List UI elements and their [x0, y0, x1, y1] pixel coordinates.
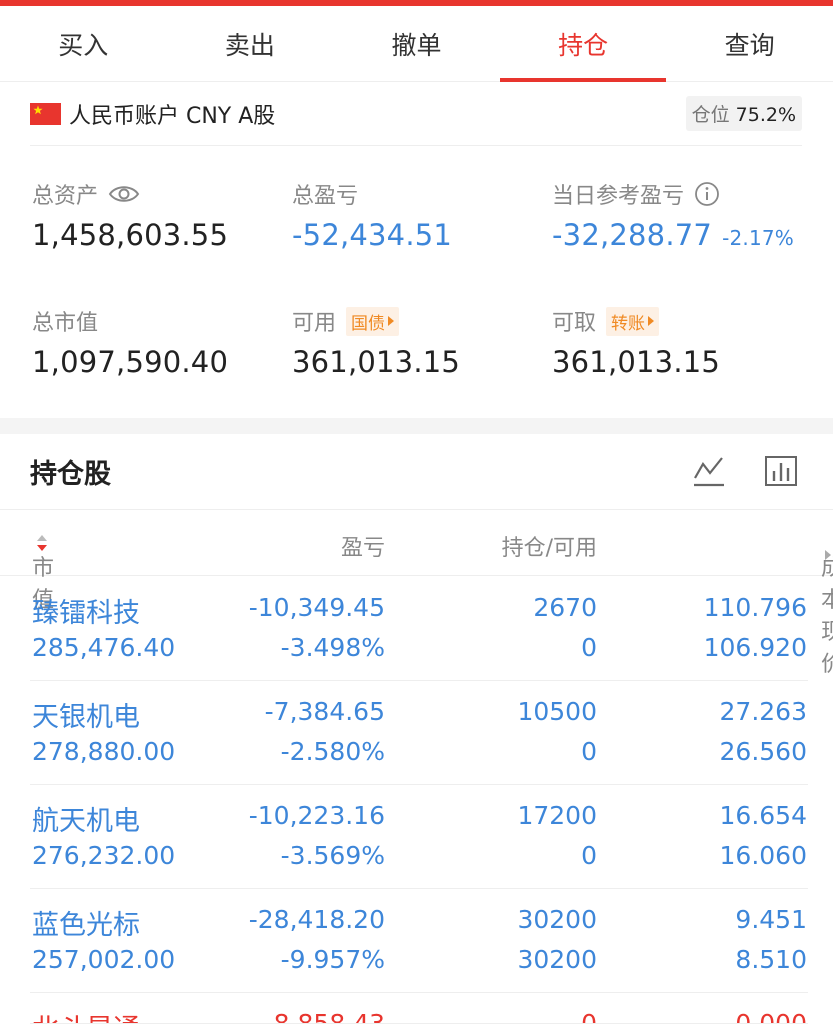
- market-value-cell: 总市值 1,097,590.40: [32, 305, 228, 379]
- stock-name: 蓝色光标: [32, 910, 140, 941]
- stock-available: 30200: [517, 945, 597, 974]
- stock-holding: 17200: [517, 801, 597, 830]
- stock-price: 16.060: [719, 841, 807, 870]
- trade-tabs: 买入 卖出 撤单 持仓 查询: [0, 6, 833, 82]
- holding-row[interactable]: 蓝色光标 257,002.00 -28,418.20 -9.957% 30200…: [0, 889, 833, 993]
- bar-chart-icon[interactable]: [764, 454, 798, 488]
- total-pnl-value: -52,434.51: [292, 218, 453, 252]
- info-icon[interactable]: [694, 181, 720, 207]
- holdings-column-header: 市值 盈亏 持仓/可用 成本/现价: [0, 510, 833, 677]
- stock-holding: 2670: [533, 593, 597, 622]
- daily-pnl-cell: 当日参考盈亏 -32,288.77 -2.17%: [552, 178, 794, 252]
- stock-price: 26.560: [719, 737, 807, 766]
- position-ratio-badge: 仓位 75.2%: [685, 96, 802, 131]
- stock-pnl-percent: -9.957%: [280, 945, 385, 974]
- stock-market-value: 257,002.00: [32, 945, 176, 974]
- section-divider: [0, 418, 833, 434]
- stock-price: 106.920: [703, 633, 807, 662]
- stock-pnl: -28,418.20: [248, 905, 385, 934]
- stock-pnl: -10,349.45: [248, 593, 385, 622]
- stock-pnl: -7,384.65: [264, 697, 385, 726]
- total-assets-cell: 总资产 1,458,603.55: [32, 178, 228, 252]
- stock-name: 北斗星通: [32, 1007, 140, 1024]
- stock-cost: 110.796: [703, 593, 807, 622]
- stock-cost: 9.451: [735, 905, 807, 934]
- stock-market-value: 285,476.40: [32, 633, 176, 662]
- stock-cost: 0.000: [735, 1009, 807, 1024]
- market-value-label: 总市值: [32, 311, 99, 336]
- stock-cost: 16.654: [719, 801, 807, 830]
- total-assets-value: 1,458,603.55: [32, 218, 229, 252]
- account-name: 人民币账户 CNY A股: [69, 103, 276, 129]
- line-chart-icon[interactable]: [692, 454, 726, 488]
- stock-available: 0: [581, 633, 597, 662]
- stock-available: 0: [581, 737, 597, 766]
- holding-row[interactable]: 航天机电 276,232.00 -10,223.16 -3.569% 17200…: [0, 785, 833, 889]
- daily-pnl-value: -32,288.77 -2.17%: [552, 218, 795, 252]
- stock-market-value: 276,232.00: [32, 841, 176, 870]
- available-label: 可用: [292, 311, 337, 336]
- tab-query[interactable]: 查询: [666, 6, 833, 81]
- triangle-right-icon: [388, 316, 395, 326]
- total-assets-label: 总资产: [32, 184, 99, 209]
- asset-summary: 总资产 1,458,603.55 总盈亏 -52,434.51 当日参考盈亏 -…: [0, 146, 833, 418]
- stock-market-value: 278,880.00: [32, 737, 176, 766]
- stock-holding: 0: [581, 1009, 597, 1024]
- stock-pnl-percent: -3.569%: [280, 841, 385, 870]
- withdrawable-value: 361,013.15: [552, 345, 721, 379]
- daily-pnl-percent: -2.17%: [722, 226, 795, 250]
- tab-cancel[interactable]: 撤单: [333, 6, 500, 81]
- market-value-value: 1,097,590.40: [32, 345, 229, 379]
- transfer-button[interactable]: 转账: [606, 306, 660, 336]
- holding-row[interactable]: 天银机电 278,880.00 -7,384.65 -2.580% 10500 …: [0, 681, 833, 785]
- stock-holding: 10500: [517, 697, 597, 726]
- eye-icon[interactable]: [108, 183, 140, 205]
- col-holding-available[interactable]: 持仓/可用: [502, 530, 597, 562]
- stock-name: 航天机电: [32, 806, 140, 837]
- available-cell: 可用 国债 361,013.15: [292, 305, 460, 379]
- treasury-bond-button[interactable]: 国债: [346, 306, 400, 336]
- col-market-value[interactable]: 市值: [32, 530, 54, 613]
- daily-pnl-label: 当日参考盈亏: [552, 184, 685, 209]
- position-ratio-value: 75.2%: [735, 104, 796, 126]
- stock-price: 8.510: [735, 945, 807, 974]
- stock-name: 天银机电: [32, 702, 140, 733]
- available-value: 361,013.15: [292, 345, 461, 379]
- stock-pnl: -10,223.16: [248, 801, 385, 830]
- stock-available: 0: [581, 841, 597, 870]
- triangle-right-icon: [648, 316, 655, 326]
- stock-pnl: 8,858.43: [273, 1009, 385, 1024]
- stock-name: 臻镭科技: [32, 598, 140, 629]
- stock-pnl-percent: -2.580%: [280, 737, 385, 766]
- tab-sell[interactable]: 卖出: [167, 6, 334, 81]
- tab-buy[interactable]: 买入: [0, 6, 167, 81]
- position-ratio-label: 仓位: [691, 104, 730, 126]
- total-pnl-cell: 总盈亏 -52,434.51: [292, 178, 452, 252]
- stock-pnl-percent: -3.498%: [280, 633, 385, 662]
- holdings-header: 持仓股: [0, 434, 833, 510]
- account-row[interactable]: 人民币账户 CNY A股 仓位 75.2%: [30, 82, 802, 146]
- chevron-right-icon: [825, 550, 831, 560]
- holding-row[interactable]: 北斗星通 8,858.43 0 0.000: [0, 993, 833, 1024]
- china-flag-icon: [30, 102, 61, 125]
- withdrawable-label: 可取: [552, 311, 597, 336]
- total-pnl-label: 总盈亏: [292, 184, 359, 209]
- col-pnl[interactable]: 盈亏: [341, 530, 385, 562]
- holdings-title: 持仓股: [30, 459, 111, 490]
- stock-holding: 30200: [517, 905, 597, 934]
- tab-holdings[interactable]: 持仓: [499, 6, 667, 82]
- holding-row[interactable]: 臻镭科技 285,476.40 -10,349.45 -3.498% 2670 …: [0, 577, 833, 681]
- withdrawable-cell: 可取 转账 361,013.15: [552, 305, 720, 379]
- stock-cost: 27.263: [719, 697, 807, 726]
